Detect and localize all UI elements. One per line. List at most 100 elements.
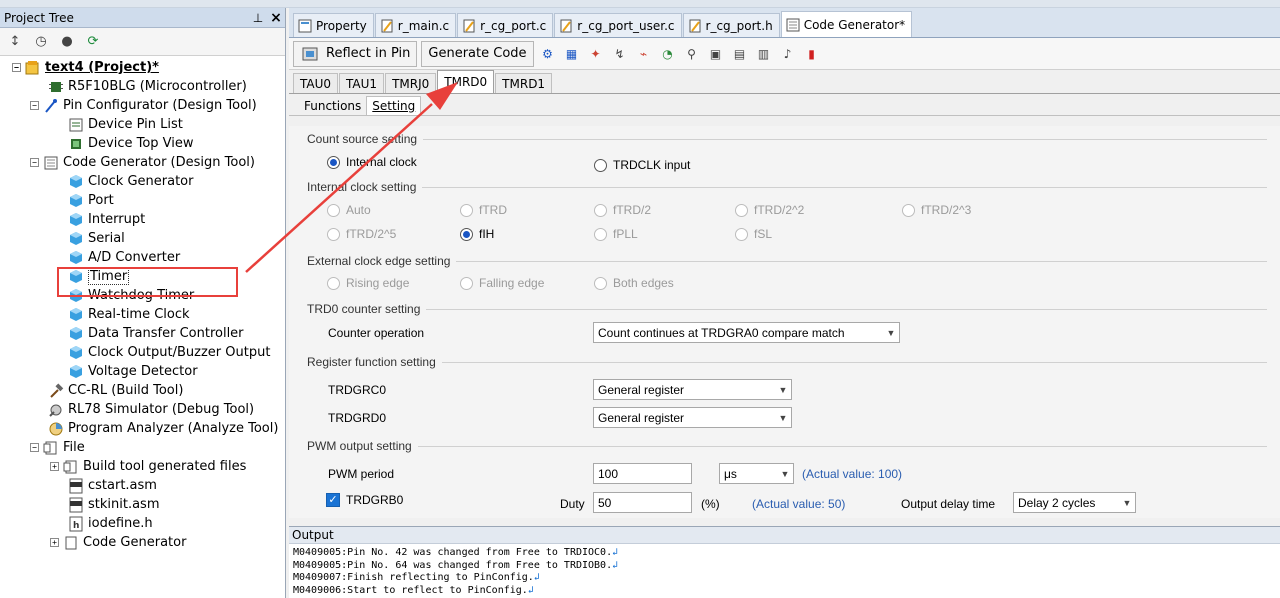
pin-tool-icon	[43, 98, 59, 114]
voltage-icon[interactable]: ▮	[802, 44, 822, 64]
tab-tmrd0[interactable]: TMRD0	[437, 70, 495, 93]
tree-node-microcontroller[interactable]: R5F10BLG (Microcontroller)	[48, 77, 247, 96]
collapse-icon[interactable]: −	[30, 443, 39, 452]
clk-auto-radio[interactable]: Auto	[327, 203, 371, 217]
tab-tmrd1[interactable]: TMRD1	[495, 73, 553, 93]
buzzer-icon[interactable]: ♪	[778, 44, 798, 64]
tree-node-simulator[interactable]: RL78 Simulator (Debug Tool)	[48, 400, 254, 419]
clk-ftrd2-5-radio[interactable]: fTRD/2^5	[327, 227, 396, 241]
output-line: M0409005:Pin No. 64 was changed from Fre…	[293, 559, 619, 571]
tab-r-cg-port-c[interactable]: r_cg_port.c	[457, 13, 554, 37]
list-icon	[68, 117, 84, 133]
adc-icon[interactable]: ⌁	[634, 44, 654, 64]
tree-node-real-time-clock[interactable]: Real-time Clock	[68, 305, 190, 324]
tree-node-program-analyzer[interactable]: Program Analyzer (Analyze Tool)	[48, 419, 278, 438]
trdclk-input-radio[interactable]: TRDCLK input	[594, 158, 690, 172]
interrupt-icon[interactable]: ✦	[586, 44, 606, 64]
expand-icon[interactable]: +	[50, 462, 59, 471]
clk-ftrd2-radio[interactable]: fTRD/2	[594, 203, 651, 217]
edge-falling-radio[interactable]: Falling edge	[460, 276, 544, 290]
tab-functions[interactable]: Functions	[299, 96, 366, 115]
tab-r-cg-port-user-c[interactable]: r_cg_port_user.c	[554, 13, 682, 37]
internal-clock-radio[interactable]: Internal clock	[327, 155, 417, 169]
tree-node-interrupt[interactable]: Interrupt	[68, 210, 145, 229]
watchdog-icon[interactable]: ⚲	[682, 44, 702, 64]
tree-node-project[interactable]: − text4 (Project)*	[12, 58, 159, 77]
project-tree-header: Project Tree ⊥ ×	[0, 8, 285, 28]
trdgrd0-select[interactable]: General register ▼	[593, 407, 792, 428]
dtc-icon[interactable]: ▤	[730, 44, 750, 64]
tree-node-build-files[interactable]: + Build tool generated files	[50, 457, 246, 476]
collapse-icon[interactable]: −	[30, 158, 39, 167]
output-delay-select[interactable]: Delay 2 cycles ▼	[1013, 492, 1136, 513]
collapse-icon[interactable]: −	[30, 101, 39, 110]
line-feed-icon: ↲	[612, 547, 619, 558]
tree-node-port[interactable]: Port	[68, 191, 114, 210]
tree-node-cstart[interactable]: cstart.asm	[68, 476, 157, 495]
reflect-in-pin-button[interactable]: Reflect in Pin	[293, 40, 418, 67]
tree-node-ad-converter[interactable]: A/D Converter	[68, 248, 180, 267]
function-tabs: Functions Setting	[289, 94, 1280, 116]
pwm-period-actual: (Actual value: 100)	[802, 467, 903, 481]
tree-node-file[interactable]: − File	[30, 438, 85, 457]
refresh-icon[interactable]: ⟳	[84, 33, 102, 51]
analyzer-icon	[48, 421, 64, 437]
expand-icon[interactable]: +	[50, 538, 59, 547]
trdgrc0-select[interactable]: General register ▼	[593, 379, 792, 400]
rtc-icon[interactable]: ▣	[706, 44, 726, 64]
tree-node-device-top-view[interactable]: Device Top View	[68, 134, 194, 153]
trdgrb0-checkbox[interactable]: ✓	[326, 493, 340, 507]
tab-tmrj0[interactable]: TMRJ0	[385, 73, 437, 93]
code-gen-icon	[786, 18, 800, 32]
clk-fpll-radio[interactable]: fPLL	[594, 227, 638, 241]
tab-tau1[interactable]: TAU1	[339, 73, 385, 93]
pwm-period-unit-select[interactable]: μs ▼	[719, 463, 794, 484]
tree-node-code-generator-files[interactable]: + Code Generator	[50, 533, 186, 552]
history-icon[interactable]: ◷	[32, 33, 50, 51]
tab-r-main-c[interactable]: r_main.c	[374, 13, 457, 37]
tree-node-stkinit[interactable]: stkinit.asm	[68, 495, 160, 514]
pwm-period-input[interactable]: 100	[593, 463, 692, 484]
tab-tau0[interactable]: TAU0	[293, 73, 339, 93]
edge-both-radio[interactable]: Both edges	[594, 276, 674, 290]
output-panel-title: Output	[289, 526, 1280, 544]
tree-node-code-generator[interactable]: − Code Generator (Design Tool)	[30, 153, 255, 172]
clk-ftrd-radio[interactable]: fTRD	[460, 203, 507, 217]
duty-input[interactable]: 50	[593, 492, 692, 513]
cube-icon	[68, 250, 84, 266]
tree-node-clock-generator[interactable]: Clock Generator	[68, 172, 193, 191]
serial-icon[interactable]: ↯	[610, 44, 630, 64]
tree-node-cc-rl[interactable]: CC-RL (Build Tool)	[48, 381, 183, 400]
clk-ftrd2-2-radio[interactable]: fTRD/2^2	[735, 203, 804, 217]
pin-icon[interactable]: ⊥	[249, 11, 267, 25]
close-icon[interactable]: ×	[267, 10, 285, 26]
tree-node-device-pin-list[interactable]: Device Pin List	[68, 115, 183, 134]
clock-tree-icon[interactable]: ⚙	[538, 44, 558, 64]
tab-r-cg-port-h[interactable]: r_cg_port.h	[682, 13, 780, 37]
clk-ftrd2-3-radio[interactable]: fTRD/2^3	[902, 203, 971, 217]
clk-fsl-radio[interactable]: fSL	[735, 227, 772, 241]
cube-icon	[68, 307, 84, 323]
tree-node-voltage-detector[interactable]: Voltage Detector	[68, 362, 198, 381]
tree-node-dtc[interactable]: Data Transfer Controller	[68, 324, 244, 343]
tree-node-pin-configurator[interactable]: − Pin Configurator (Design Tool)	[30, 96, 257, 115]
counter-operation-select[interactable]: Count continues at TRDGRA0 compare match…	[593, 322, 900, 343]
cube-icon	[68, 326, 84, 342]
tab-setting[interactable]: Setting	[366, 96, 422, 115]
clock-output-icon[interactable]: ▥	[754, 44, 774, 64]
tab-property[interactable]: Property	[293, 13, 374, 37]
tree-node-iodefine[interactable]: h iodefine.h	[68, 514, 153, 533]
tab-code-generator[interactable]: Code Generator*	[780, 11, 913, 37]
user-icon[interactable]: ●	[58, 33, 76, 51]
sort-icon[interactable]: ↕	[6, 33, 24, 51]
clk-fih-radio[interactable]: fIH	[460, 227, 494, 241]
output-panel[interactable]: M0409005:Pin No. 42 was changed from Fre…	[289, 544, 1280, 598]
output-line: M0409005:Pin No. 42 was changed from Fre…	[293, 547, 619, 558]
generate-code-button[interactable]: Generate Code	[421, 40, 534, 67]
timer-icon[interactable]: ◔	[658, 44, 678, 64]
port-icon[interactable]: ▦	[562, 44, 582, 64]
edge-rising-radio[interactable]: Rising edge	[327, 276, 409, 290]
tree-node-clock-output[interactable]: Clock Output/Buzzer Output	[68, 343, 270, 362]
tree-node-serial[interactable]: Serial	[68, 229, 125, 248]
collapse-icon[interactable]: −	[12, 63, 21, 72]
